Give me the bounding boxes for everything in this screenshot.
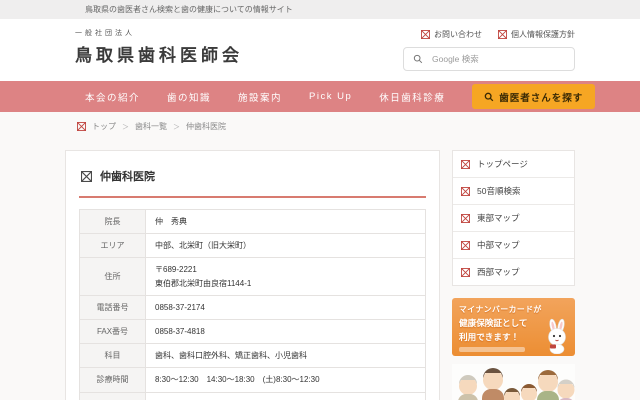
detail-label: 院長: [80, 210, 146, 234]
site-description-bar: 鳥取県の歯医者さん検索と歯の健康についての情報サイト: [0, 0, 640, 19]
clinic-detail-table: 院長 仲 秀典 エリア 中部、北栄町（旧大栄町） 住所 〒689-2221 東伯…: [79, 209, 426, 400]
sidebar: トップページ 50音順検索 東部マップ 中部マップ: [452, 150, 575, 400]
search-icon: [413, 54, 423, 64]
find-dentist-button[interactable]: 歯医者さんを探す: [472, 84, 595, 109]
breadcrumb: トップ ＞ 歯科一覧 ＞ 仲歯科医院: [65, 112, 575, 140]
breadcrumb-separator: ＞: [173, 122, 180, 132]
sidebar-menu-label: 東部マップ: [477, 212, 520, 224]
broken-image-icon: [77, 122, 86, 131]
myna-rabbit-mascot-icon: [542, 318, 572, 354]
detail-row: 住所 〒689-2221 東伯郡北栄町由良宿1144-1: [80, 258, 426, 295]
search-icon: [484, 92, 494, 102]
detail-value: 0858-37-2174: [146, 295, 426, 319]
detail-row: FAX番号 0858-37-4818: [80, 319, 426, 343]
detail-value: 木、日、祝日: [146, 392, 426, 400]
breadcrumb-current: 仲歯科医院: [186, 121, 226, 132]
nav-item[interactable]: 施設案内: [238, 90, 282, 104]
lifestage-course-banner[interactable]: ライフステージ別 歯科保健講座: [452, 364, 575, 400]
org-type-label: 一般社団法人: [75, 28, 243, 38]
nav-item[interactable]: 歯の知識: [167, 90, 211, 104]
breadcrumb-separator: ＞: [122, 122, 129, 132]
contact-link-label: お問い合わせ: [434, 29, 482, 40]
broken-image-icon: [461, 160, 470, 169]
broken-image-icon: [81, 171, 92, 182]
broken-image-icon: [498, 30, 507, 39]
clinic-title-row: 仲歯科医院: [79, 163, 426, 198]
myna-insurance-banner[interactable]: マイナンバーカードが 健康保険証として 利用できます！: [452, 298, 575, 356]
broken-image-icon: [461, 214, 470, 223]
detail-label: エリア: [80, 234, 146, 258]
detail-value: 中部、北栄町（旧大栄町）: [146, 234, 426, 258]
site-description: 鳥取県の歯医者さん検索と歯の健康についての情報サイト: [65, 0, 575, 19]
detail-label: 電話番号: [80, 295, 146, 319]
main-navigation: 本会の紹介 歯の知識 施設案内 Pick Up 休日歯科診療 歯医者さんを探す: [0, 81, 640, 112]
breadcrumb-home[interactable]: トップ: [92, 121, 116, 132]
banner-text: マイナンバーカードが: [459, 304, 568, 315]
detail-label: 休診日: [80, 392, 146, 400]
detail-row: エリア 中部、北栄町（旧大栄町）: [80, 234, 426, 258]
detail-row: 診療時間 8:30～12:30 14:30～18:30 (土)8:30～12:3…: [80, 368, 426, 392]
privacy-policy-label: 個人情報保護方針: [511, 29, 575, 40]
detail-row: 院長 仲 秀典: [80, 210, 426, 234]
nav-item[interactable]: 休日歯科診療: [379, 90, 445, 104]
detail-value: 歯科、歯科口腔外科、矯正歯科、小児歯科: [146, 344, 426, 368]
privacy-policy-link[interactable]: 個人情報保護方針: [498, 29, 575, 40]
detail-row: 休診日 木、日、祝日: [80, 392, 426, 400]
clinic-name-title: 仲歯科医院: [100, 168, 155, 184]
sidebar-menu-label: トップページ: [477, 158, 528, 170]
detail-label: 科目: [80, 344, 146, 368]
find-dentist-button-label: 歯医者さんを探す: [499, 90, 583, 104]
sidebar-menu-label: 50音順検索: [477, 185, 520, 197]
sidebar-menu-item[interactable]: 50音順検索: [453, 178, 574, 205]
sidebar-menu-item[interactable]: トップページ: [453, 151, 574, 178]
detail-row: 電話番号 0858-37-2174: [80, 295, 426, 319]
detail-row: 科目 歯科、歯科口腔外科、矯正歯科、小児歯科: [80, 344, 426, 368]
site-logo[interactable]: 一般社団法人 鳥取県歯科医師会: [75, 28, 243, 71]
sidebar-menu-label: 中部マップ: [477, 239, 520, 251]
main-content: 仲歯科医院 院長 仲 秀典 エリア 中部、北栄町（旧大栄町）: [0, 140, 640, 400]
detail-value: 8:30～12:30 14:30～18:30 (土)8:30～12:30: [146, 368, 426, 392]
banner-caption-strip: [459, 347, 525, 352]
nav-item[interactable]: 本会の紹介: [85, 90, 140, 104]
detail-label: 診療時間: [80, 368, 146, 392]
site-search-box[interactable]: [403, 47, 575, 71]
sidebar-menu-label: 西部マップ: [477, 266, 520, 278]
clinic-detail-card: 仲歯科医院 院長 仲 秀典 エリア 中部、北栄町（旧大栄町）: [65, 150, 440, 400]
broken-image-icon: [461, 187, 470, 196]
nav-item[interactable]: Pick Up: [309, 91, 352, 102]
contact-link[interactable]: お問い合わせ: [421, 29, 482, 40]
header: 一般社団法人 鳥取県歯科医師会 お問い合わせ 個人情報保護方針: [0, 19, 640, 81]
site-title: 鳥取県歯科医師会: [75, 41, 243, 66]
broken-image-icon: [461, 268, 470, 277]
breadcrumb-bar: トップ ＞ 歯科一覧 ＞ 仲歯科医院: [0, 112, 640, 140]
sidebar-menu: トップページ 50音順検索 東部マップ 中部マップ: [452, 150, 575, 286]
sidebar-menu-item[interactable]: 東部マップ: [453, 205, 574, 232]
family-illustration: [452, 364, 575, 400]
search-input[interactable]: [430, 53, 565, 65]
sidebar-menu-item[interactable]: 中部マップ: [453, 232, 574, 259]
broken-image-icon: [461, 241, 470, 250]
sidebar-menu-item[interactable]: 西部マップ: [453, 259, 574, 285]
detail-label: 住所: [80, 258, 146, 295]
detail-value: 0858-37-4818: [146, 319, 426, 343]
breadcrumb-list[interactable]: 歯科一覧: [135, 121, 167, 132]
detail-value: 仲 秀典: [146, 210, 426, 234]
detail-label: FAX番号: [80, 319, 146, 343]
broken-image-icon: [421, 30, 430, 39]
detail-value: 〒689-2221 東伯郡北栄町由良宿1144-1: [146, 258, 426, 295]
